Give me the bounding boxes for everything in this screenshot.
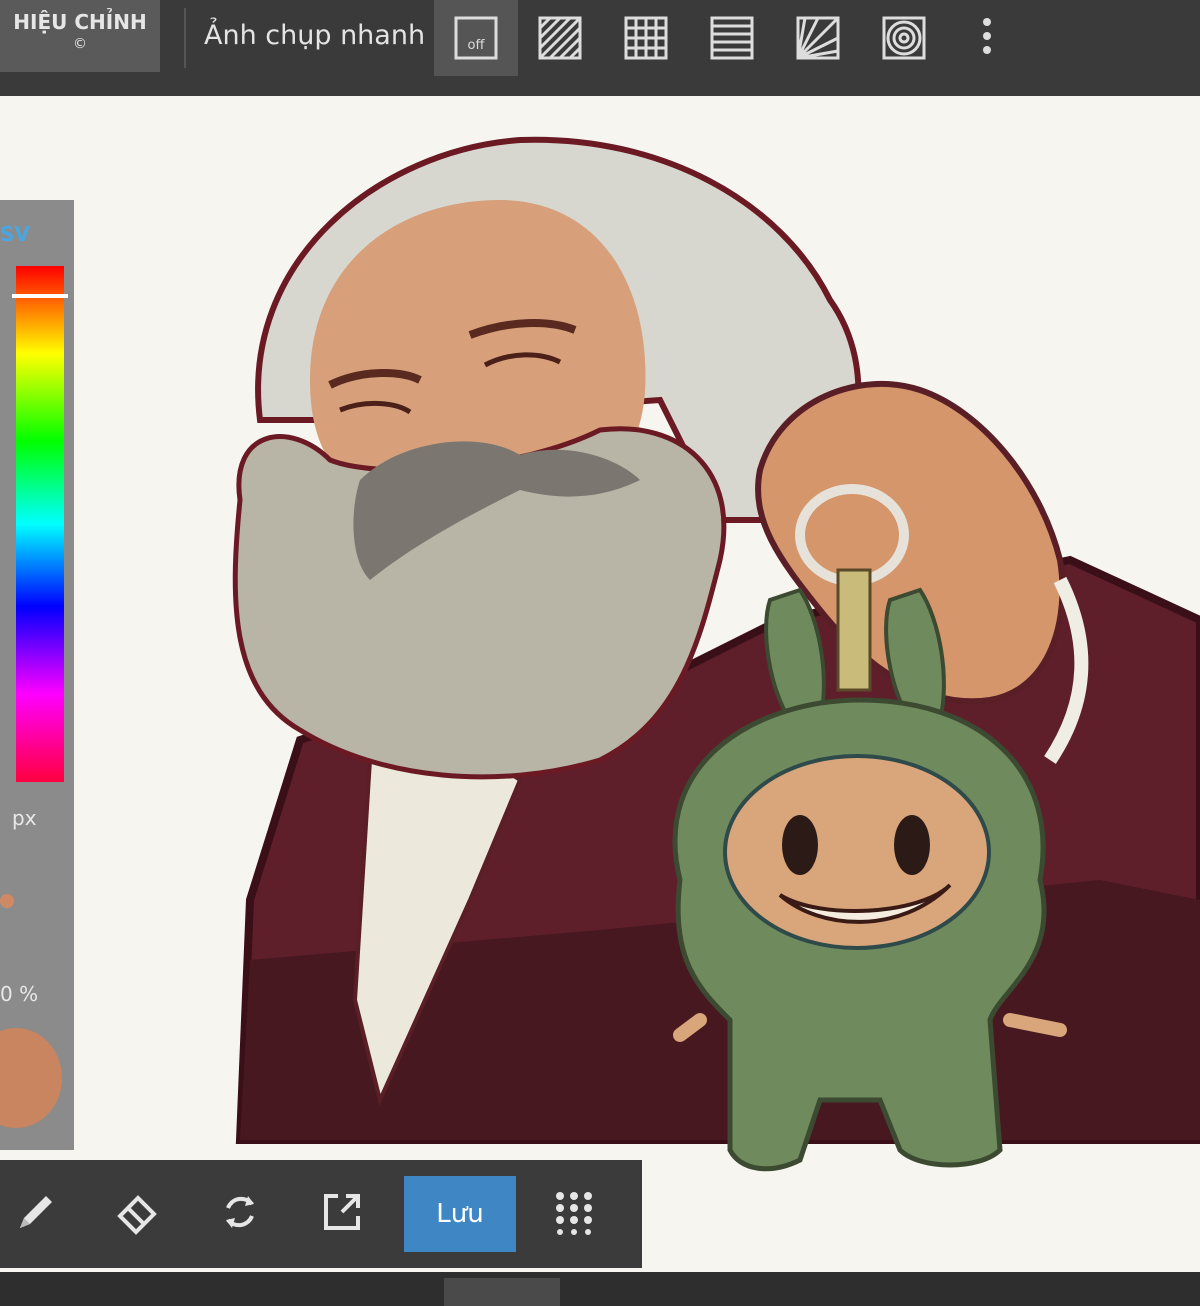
snap-grid-button[interactable] xyxy=(604,0,688,76)
edit-button-label: HIỆU CHỈNH xyxy=(13,10,147,34)
pencil-icon xyxy=(20,1196,52,1228)
nav-active-tab[interactable] xyxy=(444,1278,560,1306)
opacity-value: 0 % xyxy=(0,982,39,1006)
grid-menu-icon xyxy=(556,1192,592,1235)
vertical-dots-icon[interactable] xyxy=(970,14,1004,62)
color-panel: SV px 0 % xyxy=(0,200,74,1150)
snap-off-text: off xyxy=(468,38,486,53)
snap-off-icon: off xyxy=(454,16,498,60)
current-color-swatch[interactable] xyxy=(0,1028,62,1128)
top-toolbar: HIỆU CHỈNH © Ảnh chụp nhanh off xyxy=(0,0,1200,96)
menu-grid-button[interactable] xyxy=(544,1182,604,1242)
eraser-icon xyxy=(117,1195,157,1235)
brush-size-unit: px xyxy=(12,806,37,830)
bottom-toolbar: Lưu xyxy=(0,1160,642,1268)
concentric-circles-icon xyxy=(882,16,926,60)
pencil-tool-button[interactable] xyxy=(6,1182,66,1242)
brush-size-preview xyxy=(0,894,14,908)
edit-button[interactable]: HIỆU CHỈNH © xyxy=(0,0,160,72)
transform-rotate-icon xyxy=(226,1196,254,1228)
diagonal-lines-icon xyxy=(538,16,582,60)
export-button[interactable] xyxy=(312,1182,372,1242)
keyring-strap xyxy=(836,568,872,692)
hue-slider[interactable] xyxy=(16,266,64,782)
system-nav-bar xyxy=(0,1272,1200,1306)
drawing-app: HIỆU CHỈNH © Ảnh chụp nhanh off SV px 0 … xyxy=(0,0,1200,1306)
snap-horizontal-button[interactable] xyxy=(690,0,774,76)
toolbar-divider xyxy=(184,8,186,68)
save-button[interactable]: Lưu xyxy=(404,1176,516,1252)
snapshot-label: Ảnh chụp nhanh xyxy=(204,20,426,51)
snap-diagonal-button[interactable] xyxy=(518,0,602,76)
hue-slider-handle[interactable] xyxy=(12,294,68,298)
transform-tool-button[interactable] xyxy=(210,1182,270,1242)
snap-radial-button[interactable] xyxy=(776,0,860,76)
grid-icon xyxy=(624,16,668,60)
radial-lines-icon xyxy=(796,16,840,60)
export-icon xyxy=(324,1194,360,1230)
snap-concentric-button[interactable] xyxy=(862,0,946,76)
canvas-artwork[interactable] xyxy=(0,96,1200,1272)
eraser-tool-button[interactable] xyxy=(108,1182,168,1242)
horizontal-lines-icon xyxy=(710,16,754,60)
color-mode-tab[interactable]: SV xyxy=(0,222,30,246)
edit-button-sub: © xyxy=(73,36,87,52)
snap-off-button[interactable]: off xyxy=(434,0,518,76)
